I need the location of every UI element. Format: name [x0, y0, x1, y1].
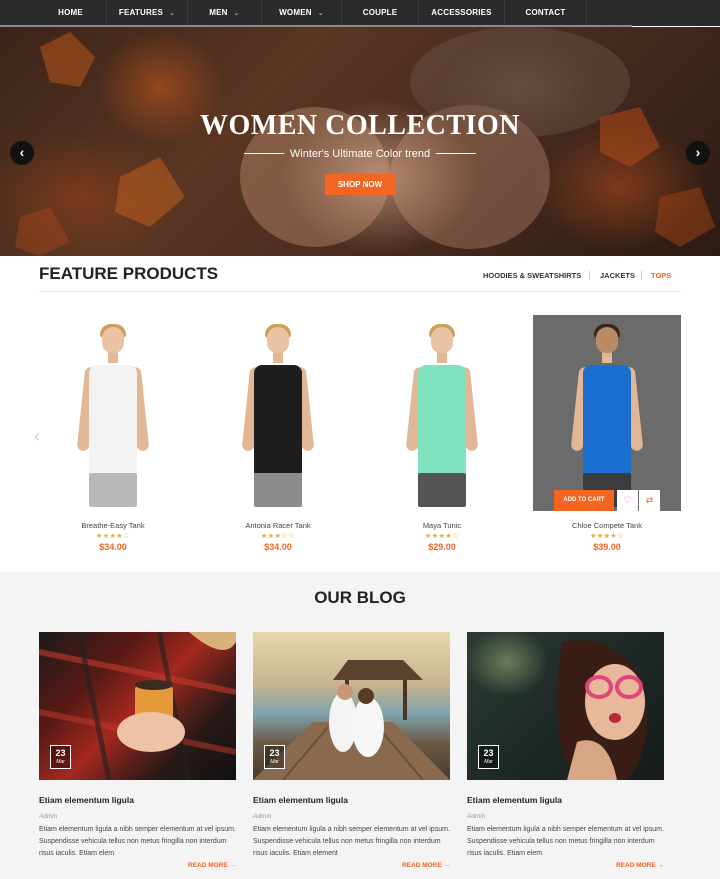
feature-products-title: FEATURE PRODUCTS — [39, 264, 219, 283]
chevron-down-icon: ⌄ — [169, 10, 176, 17]
product-price: $39.00 — [593, 542, 621, 552]
hero-slider: WOMEN COLLECTION Winter's Ultimate Color… — [0, 27, 720, 256]
rating-stars-icon: ★★★★☆ — [96, 533, 130, 540]
blog-post-author: Admin — [39, 813, 58, 820]
nav-label: HOME — [58, 8, 83, 17]
model-head — [431, 327, 453, 353]
nav-item-couple[interactable]: COUPLE — [342, 0, 419, 26]
model-head — [267, 327, 289, 353]
nav-item-men[interactable]: MEN ⌄ — [188, 0, 262, 26]
nav-label: WOMEN — [279, 8, 312, 17]
nav-item-features[interactable]: FEATURES ⌄ — [107, 0, 188, 26]
blog-post-title[interactable]: Etiam elementum ligula — [253, 795, 450, 805]
rating-stars-icon: ★★★★☆ — [590, 533, 624, 540]
product-bottom — [89, 473, 137, 507]
tab-jackets[interactable]: JACKETS — [600, 271, 635, 280]
blog-post-excerpt: Etiam elementum ligula a nibh semper ele… — [39, 826, 236, 857]
product-name[interactable]: Antonia Racer Tank — [204, 521, 352, 530]
chevron-down-icon: ⌄ — [317, 10, 324, 17]
date-month: Mar — [56, 759, 65, 765]
hero-next-arrow-icon[interactable]: › — [686, 141, 710, 165]
tab-separator — [641, 271, 642, 280]
product-bottom — [254, 473, 302, 507]
hero-subtitle-row: Winter's Ultimate Color trend — [0, 145, 720, 163]
blog-post-excerpt: Etiam elementum ligula a nibh semper ele… — [253, 826, 450, 857]
product-image[interactable] — [204, 315, 352, 511]
blog-post-title[interactable]: Etiam elementum ligula — [467, 795, 664, 805]
tab-separator — [589, 271, 590, 280]
blog-post: 23 Mar Etiam elementum ligula Admin Etiam… — [467, 632, 664, 869]
blog-post-image[interactable]: 23 Mar — [467, 632, 664, 780]
rating-stars-icon: ★★★★☆ — [425, 533, 459, 540]
product-price: $29.00 — [428, 542, 456, 552]
model-head — [596, 327, 618, 353]
shop-now-button[interactable]: SHOP NOW — [325, 174, 395, 195]
date-month: Mar — [484, 759, 493, 765]
blog-title: OUR BLOG — [314, 588, 406, 607]
date-day: 23 — [269, 748, 280, 758]
nav-label: MEN — [209, 8, 228, 17]
date-badge: 23 Mar — [264, 745, 285, 769]
blog-post-image[interactable]: 23 Mar — [253, 632, 450, 780]
blog-post-author: Admin — [253, 813, 272, 820]
read-more-link[interactable]: READ MORE → — [402, 862, 450, 869]
product-card[interactable]: Maya Tunic ★★★★☆ $29.00 — [368, 315, 516, 552]
blog-post: 23 Mar Etiam elementum ligula Admin Etiam… — [253, 632, 450, 869]
section-divider — [39, 291, 681, 292]
product-price: $34.00 — [264, 542, 292, 552]
product-image[interactable] — [368, 315, 516, 511]
date-month: Mar — [270, 759, 279, 765]
product-card[interactable]: Breathe-Easy Tank ★★★★☆ $34.00 — [39, 315, 187, 552]
nav-item-home[interactable]: HOME — [35, 0, 107, 26]
product-top — [89, 365, 137, 475]
date-day: 23 — [55, 748, 66, 758]
model-head — [102, 327, 124, 353]
hero-divider-right — [436, 153, 477, 155]
blog-post-image[interactable]: 23 Mar — [39, 632, 236, 780]
nav-label: COUPLE — [362, 8, 398, 17]
nav-item-women[interactable]: WOMEN ⌄ — [262, 0, 342, 26]
product-price: $34.00 — [99, 542, 127, 552]
product-bottom — [418, 473, 466, 507]
hero-title: WOMEN COLLECTION — [200, 110, 520, 141]
hero-divider-left — [243, 153, 284, 155]
rating-stars-icon: ★★★☆☆ — [261, 533, 295, 540]
product-top — [583, 365, 631, 475]
nav-label: FEATURES — [118, 8, 164, 17]
read-more-link[interactable]: READ MORE → — [616, 862, 664, 869]
main-nav: HOME FEATURES ⌄ MEN ⌄ WOMEN ⌄ COUPLE ACCESS… — [0, 0, 720, 27]
tab-hoodies-sweatshirts[interactable]: HOODIES & SWEATSHIRTS — [483, 271, 581, 280]
chevron-down-icon: ⌄ — [233, 10, 240, 17]
product-top — [418, 365, 466, 475]
nav-label: ACCESSORIES — [431, 8, 492, 17]
product-card[interactable]: Antonia Racer Tank ★★★☆☆ $34.00 — [204, 315, 352, 552]
product-name[interactable]: Chloe Compete Tank — [533, 521, 681, 530]
hero-prev-arrow-icon[interactable]: ‹ — [10, 141, 34, 165]
product-card[interactable]: ADD TO CART ♡ ⇄ Chloe Compete Tank ★★★★☆… — [533, 315, 681, 552]
nav-item-accessories[interactable]: ACCESSORIES — [419, 0, 505, 26]
date-badge: 23 Mar — [478, 745, 499, 769]
blog-post-author: Admin — [467, 813, 486, 820]
tab-tops[interactable]: TOPS — [651, 271, 671, 280]
product-name[interactable]: Maya Tunic — [368, 521, 516, 530]
hero-subtitle: Winter's Ultimate Color trend — [289, 147, 431, 160]
blog-post: 23 Mar Etiam elementum ligula Admin Etiam… — [39, 632, 236, 869]
product-top — [254, 365, 302, 475]
nav-label: CONTACT — [525, 8, 566, 17]
date-badge: 23 Mar — [50, 745, 71, 769]
blog-post-excerpt: Etiam elementum ligula a nibh semper ele… — [467, 826, 664, 857]
nav-item-contact[interactable]: CONTACT — [505, 0, 587, 26]
product-image[interactable] — [39, 315, 187, 511]
product-image[interactable]: ADD TO CART ♡ ⇄ — [533, 315, 681, 511]
compare-icon[interactable]: ⇄ — [639, 490, 660, 511]
wishlist-heart-icon[interactable]: ♡ — [617, 490, 638, 511]
blog-post-title[interactable]: Etiam elementum ligula — [39, 795, 236, 805]
date-day: 23 — [483, 748, 494, 758]
product-name[interactable]: Breathe-Easy Tank — [39, 521, 187, 530]
add-to-cart-button[interactable]: ADD TO CART — [554, 490, 614, 511]
read-more-link[interactable]: READ MORE → — [188, 862, 236, 869]
